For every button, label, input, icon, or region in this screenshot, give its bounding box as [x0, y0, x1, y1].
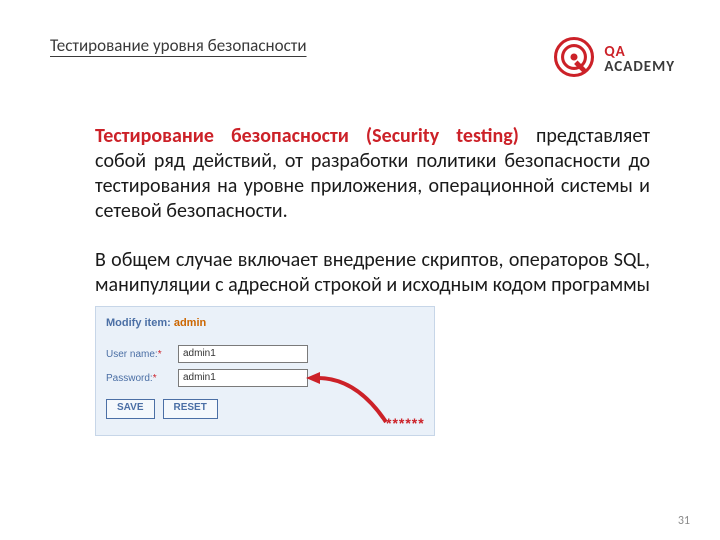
paragraph-2: В общем случае включает внедрение скрипт…: [95, 248, 650, 298]
username-label: User name:*: [106, 349, 172, 360]
password-mask-callout: ******: [386, 415, 425, 431]
qa-academy-logo: QA ACADEMY: [552, 35, 675, 84]
accent-term: Тестирование безопасности (Security test…: [95, 124, 519, 148]
logo-text-academy: ACADEMY: [604, 60, 675, 75]
reset-button[interactable]: RESET: [163, 399, 218, 419]
form-heading-value: admin: [174, 317, 206, 329]
username-field[interactable]: admin1: [178, 345, 308, 363]
callout-arrow-body: [316, 372, 391, 427]
form-row-password: Password:* admin1: [106, 369, 308, 387]
form-screenshot: Modify item: admin User name:* admin1 Pa…: [95, 306, 435, 436]
save-button[interactable]: SAVE: [106, 399, 155, 419]
slide-body: Тестирование безопасности (Security test…: [0, 84, 720, 436]
page-number: 31: [678, 514, 690, 528]
slide-title: Тестирование уровня безопасности: [50, 35, 307, 56]
target-q-icon: [552, 35, 596, 84]
password-label: Password:*: [106, 373, 172, 384]
form-row-username: User name:* admin1: [106, 345, 308, 363]
paragraph-1: Тестирование безопасности (Security test…: [95, 124, 650, 224]
password-field[interactable]: admin1: [178, 369, 308, 387]
form-heading: Modify item: admin: [106, 317, 206, 329]
